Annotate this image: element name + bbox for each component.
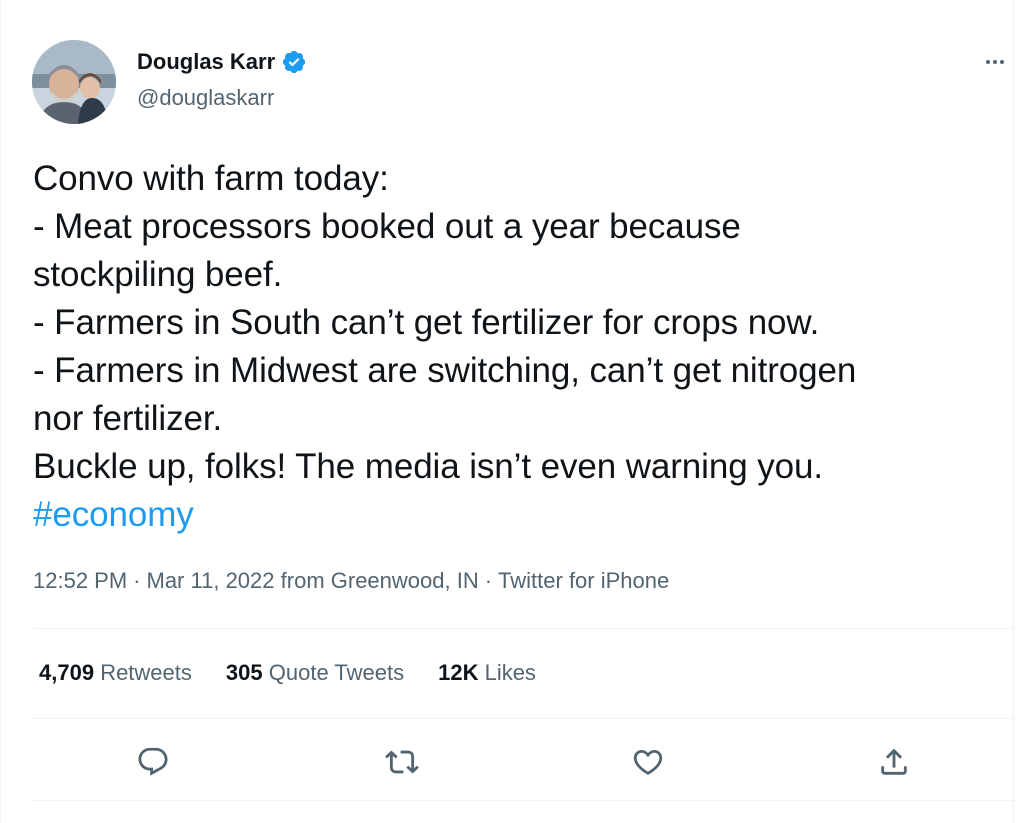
verified-badge-icon xyxy=(283,50,306,74)
tweet-location[interactable]: from Greenwood, IN xyxy=(281,568,479,593)
like-button[interactable] xyxy=(628,742,668,782)
likes-stat[interactable]: 12K Likes xyxy=(438,657,536,689)
reply-icon xyxy=(138,747,168,776)
retweet-button[interactable] xyxy=(382,742,422,782)
tweet-line: Convo with farm today: xyxy=(33,159,389,198)
reply-button[interactable] xyxy=(133,742,173,782)
tweet-line: stockpiling beef. xyxy=(33,255,283,294)
tweet-date[interactable]: Mar 11, 2022 xyxy=(147,568,275,593)
quote-tweets-count: 305 xyxy=(225,660,263,685)
divider xyxy=(33,800,1015,801)
meta-separator: · xyxy=(484,568,493,593)
like-icon xyxy=(633,749,663,775)
share-icon xyxy=(881,748,907,775)
tweet-card: Douglas Karr @douglaskarr Convo with far… xyxy=(0,0,1015,823)
engagement-stats: 4,709 Retweets 305 Quote Tweets 12K Like… xyxy=(39,657,536,689)
meta-separator: · xyxy=(133,568,141,593)
more-options-icon[interactable] xyxy=(977,52,1013,72)
avatar-image xyxy=(32,40,116,124)
author-handle[interactable]: @douglaskarr xyxy=(137,82,274,114)
retweet-icon xyxy=(385,750,419,774)
tweet-line: nor fertilizer. xyxy=(33,399,223,438)
tweet-metadata: 12:52 PM · Mar 11, 2022 from Greenwood, IN… xyxy=(33,565,669,597)
retweets-label: Retweets xyxy=(100,660,192,685)
tweet-line: Buckle up, folks! The media isn’t even w… xyxy=(33,447,823,486)
tweet-source[interactable]: Twitter for iPhone xyxy=(498,568,669,593)
tweet-line: - Farmers in South can’t get fertilizer … xyxy=(33,303,820,342)
share-button[interactable] xyxy=(874,742,914,782)
tweet-text: Convo with farm today: - Meat processors… xyxy=(33,155,993,539)
display-name[interactable]: Douglas Karr xyxy=(137,46,275,78)
quote-tweets-stat[interactable]: 305 Quote Tweets xyxy=(226,657,404,689)
retweets-stat[interactable]: 4,709 Retweets xyxy=(39,657,192,689)
avatar[interactable] xyxy=(32,40,116,124)
divider xyxy=(33,718,1015,719)
tweet-line: - Meat processors booked out a year beca… xyxy=(33,207,741,246)
divider xyxy=(33,628,1015,629)
retweets-count: 4,709 xyxy=(39,660,95,685)
quote-tweets-label: Quote Tweets xyxy=(268,660,405,685)
tweet-line: - Farmers in Midwest are switching, can’… xyxy=(33,351,857,390)
hashtag-link[interactable]: #economy xyxy=(33,491,993,539)
author-name-row: Douglas Karr xyxy=(137,46,307,78)
likes-label: Likes xyxy=(484,660,536,685)
likes-count: 12K xyxy=(438,660,479,685)
tweet-time[interactable]: 12:52 PM xyxy=(33,568,127,593)
